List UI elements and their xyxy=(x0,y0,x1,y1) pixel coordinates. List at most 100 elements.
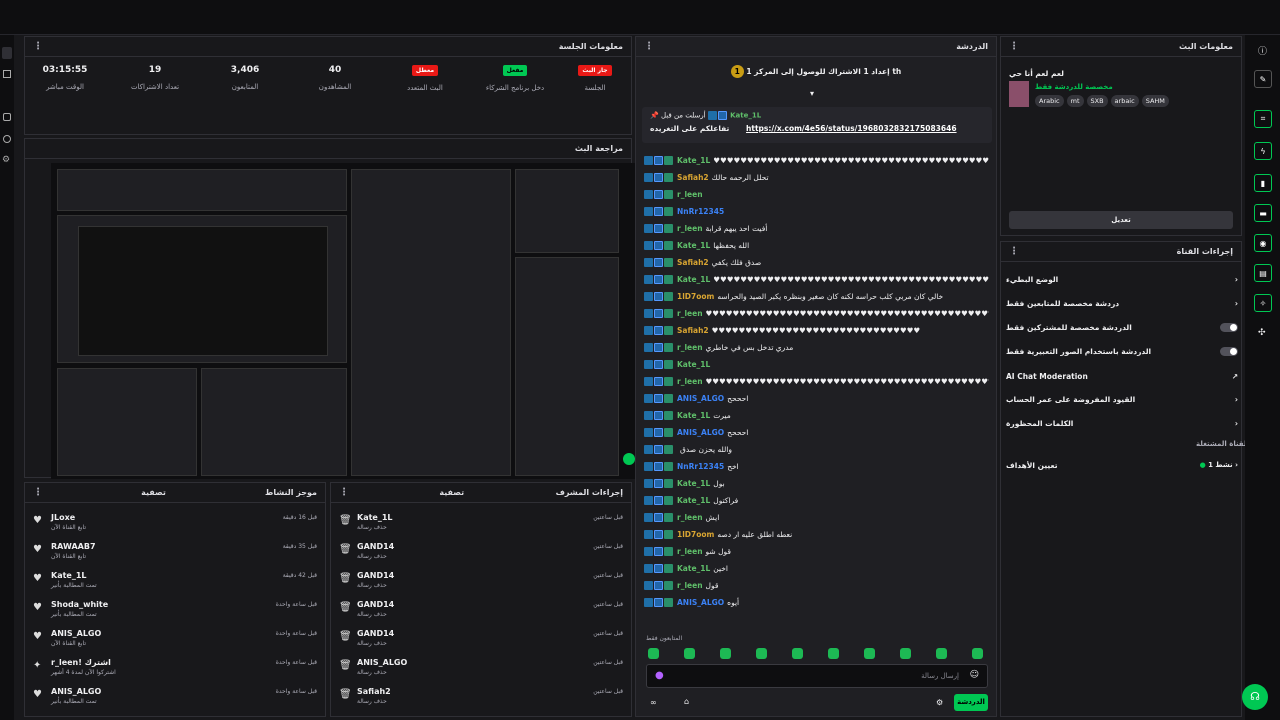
emote-icon[interactable] xyxy=(792,648,803,659)
chat-message[interactable]: والله يحزن صدق xyxy=(644,441,989,457)
chat-message[interactable]: Kate_1L xyxy=(644,356,989,372)
more-icon[interactable]: ⋮ xyxy=(1009,41,1019,52)
chat-message[interactable]: ANIS_ALGO احححح xyxy=(644,390,989,406)
chat-message[interactable]: Kate_1L بول xyxy=(644,475,989,491)
chat-message[interactable]: Safiah2 تحلل الرحمه حالك xyxy=(644,169,989,185)
chat-message[interactable]: r_leen قول شو xyxy=(644,543,989,559)
mic-icon[interactable]: ● xyxy=(655,670,664,681)
setting-emote-only[interactable]: الدردشة باستخدام الصور التعبيرية فقط xyxy=(1006,341,1238,361)
setting-slow-mode[interactable]: الوضع البطيء › xyxy=(1006,269,1238,289)
pinned-message[interactable]: 📌 أرسلت من قبل Kate_1L تفاعلكم على التغر… xyxy=(642,107,992,143)
chat-message[interactable]: Kate_1L ♥♥♥♥♥♥♥♥♥♥♥♥♥♥♥♥♥♥♥♥♥♥♥♥♥♥♥♥♥♥♥♥♥… xyxy=(644,152,989,168)
emote-icon[interactable] xyxy=(828,648,839,659)
chat-message[interactable]: Safiah2 ♥♥♥♥♥♥♥♥♥♥♥♥♥♥♥♥♥♥♥♥♥♥♥♥♥♥♥♥♥♥♥ xyxy=(644,322,989,338)
layout-icon[interactable]: ▤ xyxy=(1254,264,1272,282)
plugins-icon[interactable]: ✣ xyxy=(1258,328,1266,338)
more-icon[interactable]: ⋮ xyxy=(33,41,43,52)
chat-username[interactable]: Kate_1L xyxy=(677,275,710,284)
chat-message[interactable]: Kate_1L اخين xyxy=(644,560,989,576)
setting-followers-only[interactable]: دردشة مخصصة للمتابعين فقط › xyxy=(1006,293,1238,313)
more-icon[interactable]: ⋮ xyxy=(644,41,654,52)
users-icon[interactable] xyxy=(3,135,11,143)
chat-username[interactable]: r_leen xyxy=(677,581,703,590)
emote-icon[interactable] xyxy=(864,648,875,659)
chat-username[interactable]: ANIS_ALGO xyxy=(677,394,724,403)
chat-username[interactable]: ANIS_ALGO xyxy=(677,598,724,607)
chat-message[interactable]: Kate_1L فراكتول xyxy=(644,492,989,508)
chat-message[interactable]: ANIS_ALGO احححح xyxy=(644,424,989,440)
chat-username[interactable]: Kate_1L xyxy=(677,564,710,573)
pinned-link[interactable]: https://x.com/4e56/status/19680328321750… xyxy=(746,124,957,133)
edit-button[interactable]: تعديل xyxy=(1009,211,1233,229)
emote-icon[interactable] xyxy=(972,648,983,659)
sidebar-icon[interactable] xyxy=(2,47,12,59)
chat-username[interactable]: r_leen xyxy=(677,547,703,556)
tag[interactable]: SAHM xyxy=(1141,95,1169,107)
grid-icon[interactable] xyxy=(3,70,11,78)
bolt-icon[interactable]: ϟ xyxy=(1254,142,1272,160)
chat-message[interactable]: 1lD7oom نعطه اطلق عليه ار دصه xyxy=(644,526,989,542)
clip-icon[interactable]: ▮ xyxy=(1254,174,1272,192)
toggle-switch[interactable] xyxy=(1220,346,1238,356)
chat-username[interactable]: Kate_1L xyxy=(677,411,710,420)
send-button[interactable]: الدردشة xyxy=(954,694,988,711)
tool-icon[interactable] xyxy=(3,113,11,121)
support-button[interactable]: ☊ xyxy=(1242,684,1268,710)
chat-username[interactable]: NnRr12345 xyxy=(677,207,724,216)
emote-icon[interactable] xyxy=(936,648,947,659)
chat-username[interactable]: Safiah2 xyxy=(677,258,709,267)
chat-message[interactable]: r_leen ♥♥♥♥♥♥♥♥♥♥♥♥♥♥♥♥♥♥♥♥♥♥♥♥♥♥♥♥♥♥♥♥♥♥… xyxy=(644,373,989,389)
chat-message[interactable]: r_leen ♥♥♥♥♥♥♥♥♥♥♥♥♥♥♥♥♥♥♥♥♥♥♥♥♥♥♥♥♥♥♥♥♥♥… xyxy=(644,305,989,321)
chat-message[interactable]: Kate_1L ♥♥♥♥♥♥♥♥♥♥♥♥♥♥♥♥♥♥♥♥♥♥♥♥♥♥♥♥♥♥♥♥♥… xyxy=(644,271,989,287)
gear-icon[interactable]: ⚙ xyxy=(2,155,10,165)
settings-icon[interactable]: ⚙ xyxy=(936,698,943,707)
wrench-icon[interactable]: ✧ xyxy=(1254,294,1272,312)
tag[interactable]: SXB xyxy=(1086,95,1108,107)
broadcast-icon[interactable]: ◉ xyxy=(1254,234,1272,252)
chat-message[interactable]: r_leen xyxy=(644,186,989,202)
filter-button[interactable]: تصفية xyxy=(439,488,464,497)
chat-username[interactable]: r_leen xyxy=(677,190,703,199)
chat-message[interactable]: Kate_1L الله يحفظها xyxy=(644,237,989,253)
setting-account-age[interactable]: القيود المفروضة على عمر الحساب › xyxy=(1006,389,1238,409)
chat-message[interactable]: Safiah2 صدق فلك يكفي xyxy=(644,254,989,270)
emote-icon[interactable] xyxy=(684,648,695,659)
chat-message[interactable]: NnRr12345 xyxy=(644,203,989,219)
more-icon[interactable]: ⋮ xyxy=(339,487,349,498)
chat-username[interactable]: ANIS_ALGO xyxy=(677,428,724,437)
chat-message[interactable]: ANIS_ALGO أيوه xyxy=(644,594,989,610)
chat-username[interactable]: Kate_1L xyxy=(677,241,710,250)
chat-message[interactable]: Kate_1L ميرت xyxy=(644,407,989,423)
stream-video[interactable] xyxy=(51,163,637,479)
link-icon[interactable]: ∞ xyxy=(650,698,657,707)
setting-subs-only[interactable]: الدردشة مخصصة للمشتركين فقط xyxy=(1006,317,1238,337)
chat-username[interactable]: Safiah2 xyxy=(677,173,709,182)
category-name[interactable]: مخصصة للدردشة فقط xyxy=(1035,83,1113,91)
info-icon[interactable]: ⓘ xyxy=(1258,44,1267,57)
tag[interactable]: mt xyxy=(1066,95,1084,107)
chevron-down-icon[interactable]: ▾ xyxy=(810,89,814,98)
chat-username[interactable]: 1lD7oom xyxy=(677,292,714,301)
chat-username[interactable]: NnRr12345 xyxy=(677,462,724,471)
chat-message[interactable]: r_leen قول xyxy=(644,577,989,593)
emote-icon[interactable] xyxy=(756,648,767,659)
chat-username[interactable]: Safiah2 xyxy=(677,326,709,335)
emote-icon[interactable] xyxy=(720,648,731,659)
chat-message[interactable]: r_leen ايش xyxy=(644,509,989,525)
chat-username[interactable]: Kate_1L xyxy=(677,479,710,488)
chat-message[interactable]: r_leen أفيت احد يبهم قرابة xyxy=(644,220,989,236)
scan-icon[interactable]: ⌗ xyxy=(1254,110,1272,128)
emote-icon[interactable] xyxy=(648,648,659,659)
filter-button[interactable]: تصفية xyxy=(141,488,166,497)
emote-icon[interactable] xyxy=(900,648,911,659)
chat-username[interactable]: Kate_1L xyxy=(677,360,710,369)
setting-banned-words[interactable]: الكلمات المحظورة › xyxy=(1006,413,1238,433)
chat-username[interactable]: r_leen xyxy=(677,309,703,318)
chat-icon[interactable]: ▬ xyxy=(1254,204,1272,222)
chat-username[interactable]: Kate_1L xyxy=(677,496,710,505)
tag[interactable]: Arabic xyxy=(1035,95,1064,107)
chat-username[interactable]: r_leen xyxy=(677,377,703,386)
more-icon[interactable]: ⋮ xyxy=(1009,246,1019,257)
chat-message[interactable]: r_leen مدري تدخل بس في خاطري xyxy=(644,339,989,355)
chat-username[interactable]: r_leen xyxy=(677,343,703,352)
